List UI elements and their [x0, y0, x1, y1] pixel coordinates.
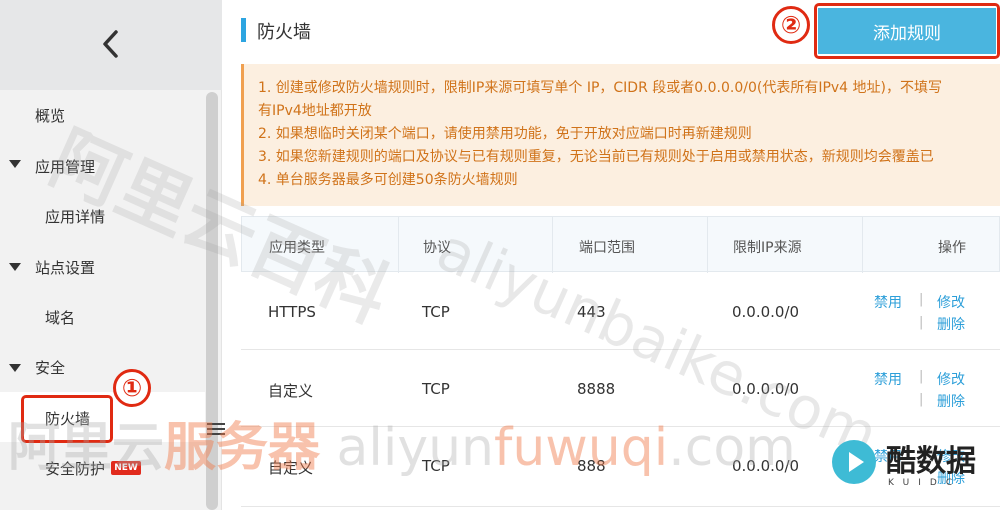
caret-down-icon: [9, 364, 21, 372]
column-divider: [398, 217, 399, 273]
action-separator: |: [919, 292, 924, 307]
sidebar-item-security[interactable]: 安全: [35, 357, 65, 378]
kuidc-logo: 酷数据 KUIDC: [828, 436, 1000, 510]
play-logo-icon: [832, 440, 876, 484]
column-divider: [552, 217, 553, 273]
notice-panel: 1. 创建或修改防火墙规则时，限制IP来源可填写单个 IP，CIDR 段或者0.…: [241, 64, 1000, 206]
notice-line: 3. 如果您新建规则的端口及协议与已有规则重复，无论当前已有规则处于启用或禁用状…: [258, 149, 934, 165]
column-header-protocol: 协议: [423, 240, 451, 256]
column-header-actions: 操作: [938, 240, 966, 256]
back-button[interactable]: [96, 26, 126, 62]
action-separator: |: [919, 392, 924, 407]
notice-line: 1. 创建或修改防火墙规则时，限制IP来源可填写单个 IP，CIDR 段或者0.…: [258, 80, 943, 96]
logo-subtext: KUIDC: [888, 478, 962, 488]
table-header: 应用类型 协议 端口范围 限制IP来源 操作: [241, 216, 1000, 273]
sidebar-item-security-protect[interactable]: 安全防护: [45, 458, 105, 479]
notice-line: 4. 单台服务器最多可创建50条防火墙规则: [258, 172, 518, 188]
cell-port: 8888: [577, 380, 616, 398]
column-divider: [862, 217, 863, 273]
cell-protocol: TCP: [422, 303, 450, 321]
delete-button[interactable]: 删除: [937, 314, 965, 334]
title-accent-bar: [241, 18, 246, 42]
annotation-box-add-rule: [814, 3, 1000, 59]
notice-line: 2. 如果想临时关闭某个端口，请使用禁用功能，免于开放对应端口时再新建规则: [258, 126, 752, 142]
cell-ip-source: 0.0.0.0/0: [732, 457, 800, 475]
sidebar-item-app-detail[interactable]: 应用详情: [45, 206, 105, 227]
delete-button[interactable]: 删除: [937, 391, 965, 411]
menu-toggle-icon[interactable]: [207, 420, 225, 440]
disable-button[interactable]: 禁用: [874, 369, 902, 389]
caret-down-icon: [9, 263, 21, 271]
caret-down-icon: [9, 160, 21, 168]
cell-ip-source: 0.0.0.0/0: [732, 303, 800, 321]
cell-protocol: TCP: [422, 380, 450, 398]
modify-button[interactable]: 修改: [937, 292, 965, 312]
notice-line: 有IPv4地址都开放: [258, 103, 372, 119]
new-badge: NEW: [111, 461, 141, 475]
sidebar-scrollbar[interactable]: [206, 92, 218, 510]
cell-port: 888: [577, 457, 606, 475]
cell-protocol: TCP: [422, 457, 450, 475]
sidebar-item-site-settings[interactable]: 站点设置: [35, 257, 95, 278]
annotation-box-firewall: [21, 395, 113, 443]
disable-button[interactable]: 禁用: [874, 292, 902, 312]
column-divider: [707, 217, 708, 273]
cell-app-type: 自定义: [268, 382, 314, 400]
column-header-port-range: 端口范围: [579, 240, 635, 256]
sidebar-item-app-mgmt[interactable]: 应用管理: [35, 156, 95, 177]
annotation-number-two: ②: [772, 6, 810, 44]
column-header-app-type: 应用类型: [269, 240, 325, 256]
cell-port: 443: [577, 303, 606, 321]
chevron-left-icon: [103, 30, 118, 58]
sidebar-item-overview[interactable]: 概览: [35, 105, 65, 126]
table-row: 自定义 TCP 8888 0.0.0.0/0 禁用 | 修改 | 删除: [241, 350, 1000, 427]
cell-app-type: 自定义: [268, 459, 314, 477]
logo-text: 酷数据: [886, 444, 976, 479]
column-header-ip-source: 限制IP来源: [733, 240, 802, 256]
annotation-number-one: ①: [113, 369, 151, 407]
page-title: 防火墙: [257, 22, 311, 43]
cell-ip-source: 0.0.0.0/0: [732, 380, 800, 398]
cell-app-type: HTTPS: [268, 303, 316, 321]
action-separator: |: [919, 315, 924, 330]
action-separator: |: [919, 369, 924, 384]
modify-button[interactable]: 修改: [937, 369, 965, 389]
table-row: HTTPS TCP 443 0.0.0.0/0 禁用 | 修改 | 删除: [241, 273, 1000, 350]
sidebar-item-domain[interactable]: 域名: [45, 307, 75, 328]
